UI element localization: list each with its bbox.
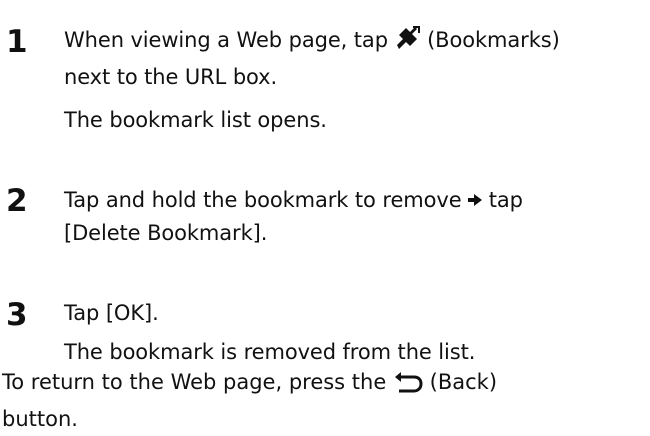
instruction-line-2: [Delete Bookmark]. [64, 221, 268, 245]
icon-label: (Bookmarks) [427, 28, 560, 52]
right-arrow-icon [468, 183, 483, 216]
instruction-line: When viewing a Web page, tap (Bookmarks) [64, 24, 642, 61]
step-text: Tap and hold the bookmark to remove tap … [64, 183, 642, 250]
back-arrow-icon [393, 369, 423, 403]
step-number: 1 [6, 24, 28, 60]
instruction-line-2: next to the URL box. [64, 65, 278, 89]
note-line: To return to the Web page, press the (Ba… [2, 366, 497, 403]
step-number: 3 [6, 297, 28, 333]
step-text: When viewing a Web page, tap (Bookmarks)… [64, 24, 642, 137]
step-text: Tap [OK]. The bookmark is removed from t… [64, 297, 642, 369]
instruction-line: Tap [OK]. [64, 301, 159, 325]
step-result: The bookmark list opens. [64, 108, 327, 132]
return-note: To return to the Web page, press the (Ba… [2, 366, 497, 436]
note-prefix: To return to the Web page, press the [2, 370, 387, 394]
note-icon-label: (Back) [429, 370, 498, 394]
instruction-prefix: When viewing a Web page, tap [64, 28, 388, 52]
instruction-line: Tap and hold the bookmark to remove tap [64, 183, 642, 217]
instruction-suffix: tap [488, 188, 523, 212]
note-line-2: button. [2, 407, 78, 431]
instruction-prefix: Tap and hold the bookmark to remove [64, 188, 462, 212]
bookmark-ribbon-icon [395, 25, 421, 61]
step-result: The bookmark is removed from the list. [64, 340, 476, 364]
step-number: 2 [6, 183, 28, 219]
